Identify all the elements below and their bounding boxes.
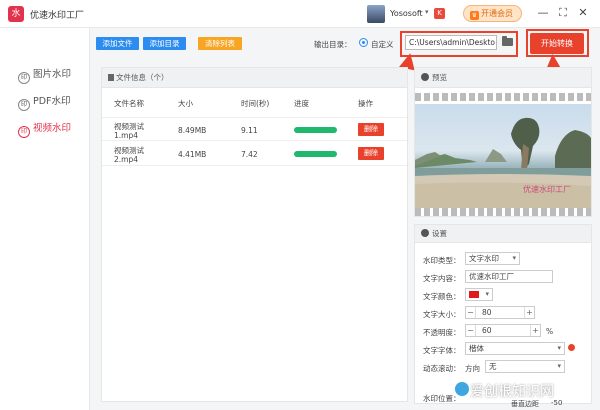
gear-icon <box>421 229 429 237</box>
gear-icon <box>421 73 429 81</box>
progress-bar <box>294 151 337 157</box>
filmstrip-top <box>415 93 591 101</box>
opacity-unit: % <box>546 327 554 336</box>
chevron-down-icon: ▾ <box>557 344 561 352</box>
motion-value: 无 <box>489 362 497 371</box>
minus-icon[interactable]: − <box>466 307 476 318</box>
font-label: 文字字体： <box>423 346 461 355</box>
preview-watermark-text: 优速水印工厂 <box>523 185 571 194</box>
motion-direction-label: 方向 <box>465 364 480 373</box>
chevron-down-icon: ▾ <box>512 254 516 262</box>
document-icon <box>108 74 114 81</box>
file-size: 8.49MB <box>178 126 207 135</box>
motion-label: 动态滚动： <box>423 364 461 373</box>
column-header-name: 文件名称 <box>114 99 144 108</box>
text-color-picker[interactable]: ▾ <box>465 288 493 301</box>
text-content-label: 文字内容： <box>423 274 461 283</box>
file-name: 视频测试1.mp4 <box>114 122 144 140</box>
warning-icon <box>568 344 575 351</box>
text-content-input[interactable]: 优速水印工厂 <box>465 270 553 283</box>
file-time: 9.11 <box>241 126 258 135</box>
filmstrip-bottom <box>415 208 591 216</box>
chevron-down-icon: ▾ <box>557 362 561 370</box>
plus-icon[interactable]: + <box>524 307 534 318</box>
position-label: 水印位置： <box>423 394 461 403</box>
file-size: 4.41MB <box>178 150 207 159</box>
settings-panel: 设置 水印类型： 文字水印 ▾ 文字内容： 优速水印工厂 文字颜色： ▾ 文字大小… <box>414 224 592 408</box>
minus-icon[interactable]: − <box>466 325 476 336</box>
table-row[interactable]: 视频测试1.mp4 8.49MB 9.11 删除 <box>102 117 407 141</box>
file-time: 7.42 <box>241 150 258 159</box>
preview-title: 预览 <box>432 73 447 82</box>
site-watermark: 爱创根知识网 <box>470 384 554 400</box>
column-header-action: 操作 <box>358 99 373 108</box>
color-swatch <box>469 291 479 298</box>
column-header-size: 大小 <box>178 99 193 108</box>
delete-button[interactable]: 删除 <box>358 123 384 136</box>
column-header-progress: 进度 <box>294 99 309 108</box>
chevron-down-icon: ▾ <box>485 290 489 298</box>
settings-header: 设置 <box>415 225 591 243</box>
file-panel-header: 文件信息（个） <box>102 68 407 88</box>
plus-icon[interactable]: + <box>530 325 540 336</box>
font-select[interactable]: 楷体 ▾ <box>465 342 565 355</box>
preview-header: 预览 <box>415 68 591 88</box>
watermark-type-label: 水印类型： <box>423 256 461 265</box>
site-logo-icon <box>455 382 469 396</box>
delete-button[interactable]: 删除 <box>358 147 384 160</box>
opacity-stepper[interactable]: − 60 + <box>465 324 541 337</box>
file-panel-title: 文件信息（个） <box>116 73 169 82</box>
progress-bar <box>294 127 337 133</box>
table-row[interactable]: 视频测试2.mp4 4.41MB 7.42 删除 <box>102 142 407 166</box>
watermark-type-value: 文字水印 <box>469 254 499 263</box>
watermark-type-select[interactable]: 文字水印 ▾ <box>465 252 520 265</box>
text-size-stepper[interactable]: − 80 + <box>465 306 535 319</box>
font-value: 楷体 <box>469 344 484 353</box>
opacity-value: 60 <box>482 326 492 335</box>
preview-image: 优速水印工厂 <box>415 104 591 208</box>
preview-panel: 预览 优速水印工厂 <box>414 67 592 217</box>
settings-title: 设置 <box>432 229 447 238</box>
file-name: 视频测试2.mp4 <box>114 146 144 164</box>
file-panel: 文件信息（个） 文件名称 大小 时间(秒) 进度 操作 视频测试1.mp4 8.… <box>101 67 408 402</box>
column-header-time: 时间(秒) <box>241 99 270 108</box>
opacity-label: 不透明度： <box>423 328 461 337</box>
text-color-label: 文字颜色： <box>423 292 461 301</box>
text-size-label: 文字大小： <box>423 310 461 319</box>
text-size-value: 80 <box>482 308 492 317</box>
motion-direction-select[interactable]: 无 ▾ <box>485 360 565 373</box>
